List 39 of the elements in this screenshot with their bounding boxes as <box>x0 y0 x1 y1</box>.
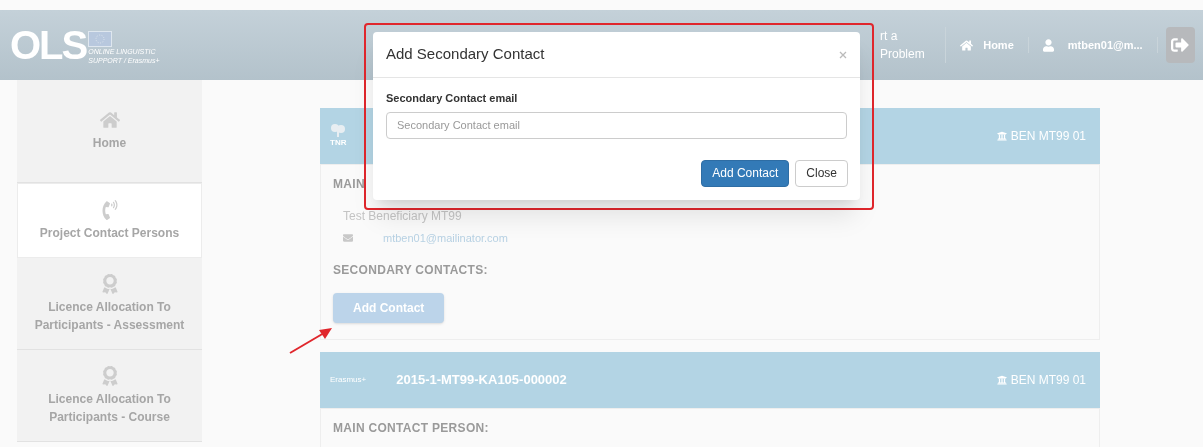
sidebar-label: Home <box>92 135 127 152</box>
building-icon <box>996 131 1007 141</box>
section-label: MAIN CONTACT PERSON: <box>333 419 490 437</box>
sidebar-label: Licence Allocation To Participants - Assessment <box>33 298 186 334</box>
close-icon[interactable] <box>839 50 847 59</box>
envelope-icon <box>343 233 353 244</box>
add-contact-button[interactable]: Add Contact <box>701 159 790 187</box>
sidebar-label: Licence Allocation To Participants - Course <box>47 390 172 426</box>
beneficiary-code: BEN MT99 01 <box>1010 371 1086 389</box>
pointer-arrow <box>288 325 334 355</box>
add-contact-button[interactable]: Add Contact <box>333 292 445 323</box>
sidebar-icon <box>99 110 120 130</box>
sidebar-item[interactable]: Licence Allocation To Participants - Assessment <box>17 258 202 350</box>
logo-text: Erasmus+ <box>330 373 367 386</box>
section-label: MAIN <box>333 176 366 193</box>
flag-icon <box>88 31 113 47</box>
field-label: Secondary Contact email <box>386 91 519 106</box>
section-label: SECONDARY CONTACTS: <box>333 261 489 279</box>
trees-logo-icon <box>330 123 347 137</box>
beneficiary-code: BEN MT99 01 <box>1010 128 1086 145</box>
user-menu[interactable]: mtben01@m... <box>1067 36 1143 54</box>
logout-icon <box>1171 36 1190 54</box>
user-icon <box>1042 38 1054 52</box>
email-link[interactable]: mtben01@mailinator.com <box>383 230 508 247</box>
logout-button[interactable] <box>1165 27 1195 63</box>
sidebar-label: Project Contact Persons <box>39 224 180 242</box>
logo-text: TNR <box>330 137 347 149</box>
sidebar-item[interactable]: Licence Allocation To Participants - Course <box>17 350 202 442</box>
close-button[interactable]: Close <box>795 159 848 187</box>
modal-title: Add Secondary Contact <box>386 44 545 65</box>
logo-letters: OLS <box>10 25 87 65</box>
project-title: 2015-1-MT99-KA105-000002 <box>396 370 567 389</box>
home-icon <box>960 38 974 52</box>
building-icon <box>996 374 1007 385</box>
report-problem-link[interactable]: rt a Problem <box>880 27 947 63</box>
email-input-field[interactable]: Secondary Contact email <box>386 111 847 139</box>
home-link[interactable]: Home <box>983 36 1014 54</box>
sidebar-item[interactable]: Project Contact Persons <box>17 183 202 258</box>
sidebar-item[interactable]: Home <box>17 80 202 183</box>
